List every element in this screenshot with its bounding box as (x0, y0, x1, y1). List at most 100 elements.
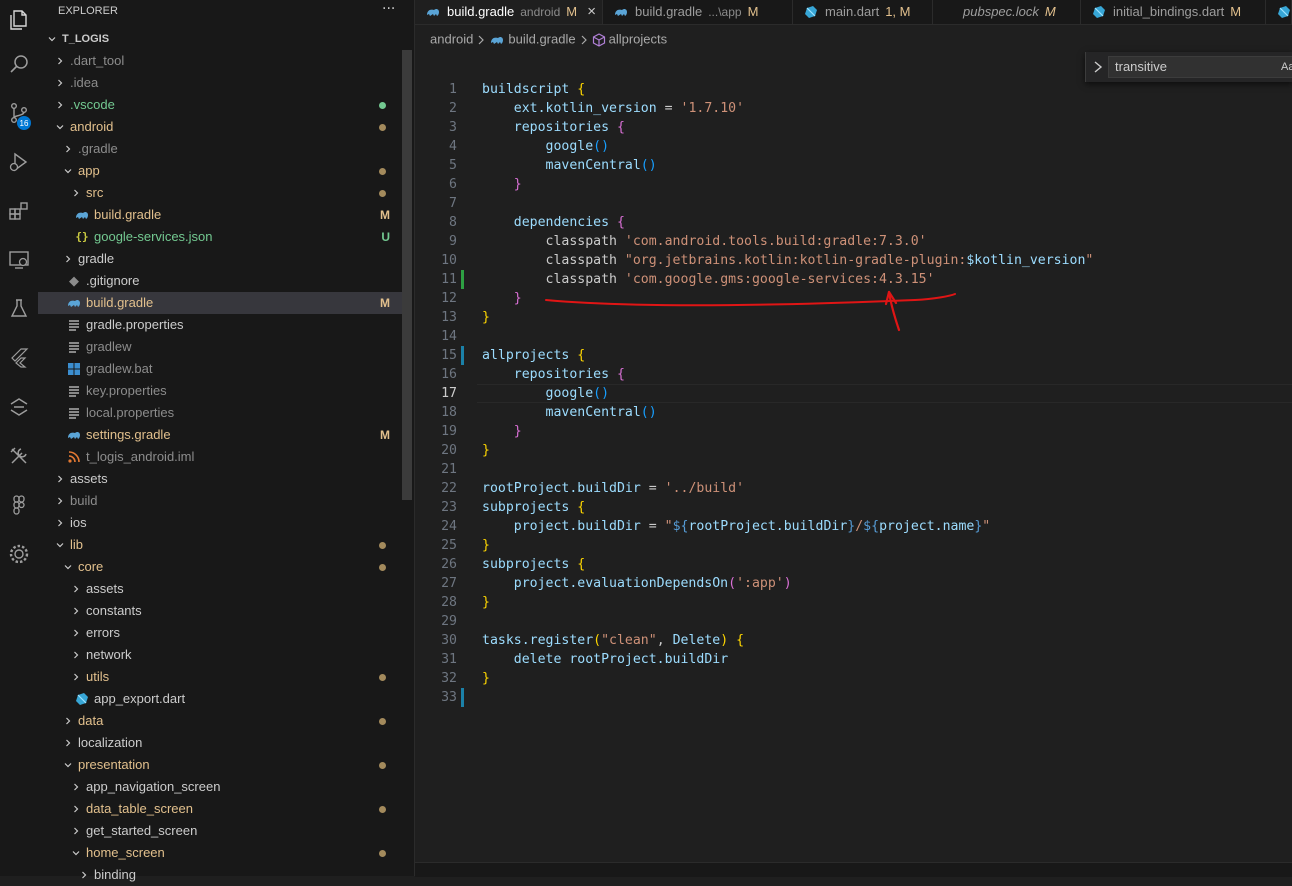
tree-folder[interactable]: core (38, 556, 402, 578)
code-line[interactable]: 17 google() (415, 384, 1292, 403)
code-line[interactable]: 15 allprojects { (415, 346, 1292, 365)
tree-folder[interactable]: data_table_screen (38, 798, 402, 820)
editor-tab[interactable]: build.gradle ...\app M (603, 0, 793, 24)
code-line[interactable]: 6 } (415, 175, 1292, 194)
tree-folder[interactable]: app (38, 160, 402, 182)
tree-folder[interactable]: network (38, 644, 402, 666)
sidebar-scrollbar[interactable] (402, 50, 412, 500)
tree-folder[interactable]: constants (38, 600, 402, 622)
code-line[interactable]: 22 rootProject.buildDir = '../build' (415, 479, 1292, 498)
code-line[interactable]: 1 buildscript { (415, 80, 1292, 99)
match-case-toggle[interactable]: Aa (1281, 57, 1292, 77)
code-line[interactable]: 25} (415, 536, 1292, 555)
tree-folder[interactable]: android (38, 116, 402, 138)
tree-folder[interactable]: build (38, 490, 402, 512)
tree-file[interactable]: key.properties (38, 380, 402, 402)
tree-file[interactable]: gradlew (38, 336, 402, 358)
code-line[interactable]: 10 classpath "org.jetbrains.kotlin:kotli… (415, 251, 1292, 270)
tree-folder[interactable]: src (38, 182, 402, 204)
code-line[interactable]: 27 project.evaluationDependsOn(':app') (415, 574, 1292, 593)
tree-folder[interactable]: presentation (38, 754, 402, 776)
code-line[interactable]: 3 repositories { (415, 118, 1292, 137)
code-line[interactable]: 12 } (415, 289, 1292, 308)
tree-file[interactable]: {} google-services.json U (38, 226, 402, 248)
code-line[interactable]: 18 mavenCentral() (415, 403, 1292, 422)
editor-tab[interactable]: pubspec.lock M (933, 0, 1081, 24)
tree-folder[interactable]: ios (38, 512, 402, 534)
code-line[interactable]: 23 subprojects { (415, 498, 1292, 517)
code-line[interactable]: 11 classpath 'com.google.gms:google-serv… (415, 270, 1292, 289)
code-line[interactable]: 7 (415, 194, 1292, 213)
code-line[interactable]: 14 (415, 327, 1292, 346)
code-line[interactable]: 2 ext.kotlin_version = '1.7.10' (415, 99, 1292, 118)
search-button[interactable] (0, 44, 38, 84)
code-line[interactable]: 4 google() (415, 137, 1292, 156)
code-line[interactable]: 19 } (415, 422, 1292, 441)
tree-folder[interactable]: errors (38, 622, 402, 644)
find-input[interactable]: transitive Aa (1108, 56, 1292, 78)
tree-folder[interactable]: utils (38, 666, 402, 688)
code-line[interactable]: 8 dependencies { (415, 213, 1292, 232)
editor-tab[interactable]: main.dart 1, M (793, 0, 933, 24)
editor-tab[interactable]: initial_bindings.dart M (1081, 0, 1266, 24)
code-line[interactable]: 16 repositories { (415, 365, 1292, 384)
testing-button[interactable] (0, 289, 38, 329)
tree-folder[interactable]: T_LOGIS (38, 28, 402, 50)
source-control-button[interactable]: 16 (0, 93, 38, 133)
editor-tab[interactable]: build.gradle android M × (415, 0, 603, 24)
tree-file[interactable]: app_export.dart (38, 688, 402, 710)
tree-folder[interactable]: app_navigation_screen (38, 776, 402, 798)
tree-folder[interactable]: assets (38, 578, 402, 600)
flutter-button[interactable] (0, 338, 38, 378)
tree-folder[interactable]: data (38, 710, 402, 732)
code-line[interactable]: 21 (415, 460, 1292, 479)
close-icon[interactable]: × (587, 0, 596, 24)
tree-file[interactable]: local.properties (38, 402, 402, 424)
tree-folder[interactable]: localization (38, 732, 402, 754)
tree-folder[interactable]: get_started_screen (38, 820, 402, 842)
code-line[interactable]: 30 tasks.register("clean", Delete) { (415, 631, 1292, 650)
figma-button[interactable] (0, 485, 38, 525)
code-line[interactable]: 13} (415, 308, 1292, 327)
code-line[interactable]: 28} (415, 593, 1292, 612)
code-line[interactable]: 9 classpath 'com.android.tools.build:gra… (415, 232, 1292, 251)
remote-explorer-button[interactable] (0, 240, 38, 280)
tree-folder[interactable]: .vscode (38, 94, 402, 116)
tree-folder[interactable]: .gradle (38, 138, 402, 160)
code-line[interactable]: 24 project.buildDir = "${rootProject.bui… (415, 517, 1292, 536)
tree-file[interactable]: ◆ .gitignore (38, 270, 402, 292)
tree-file[interactable]: build.gradle M (38, 292, 402, 314)
code-line[interactable]: 29 (415, 612, 1292, 631)
breadcrumb-item[interactable]: android (430, 32, 473, 47)
tree-folder[interactable]: assets (38, 468, 402, 490)
tree-folder[interactable]: lib (38, 534, 402, 556)
run-debug-button[interactable] (0, 142, 38, 182)
dart-devtools-button[interactable] (0, 387, 38, 427)
tree-file[interactable]: build.gradle M (38, 204, 402, 226)
code-line[interactable]: 26 subprojects { (415, 555, 1292, 574)
extensions-button[interactable] (0, 191, 38, 231)
code-line[interactable]: 20} (415, 441, 1292, 460)
more-actions-button[interactable]: ··· (382, 0, 395, 22)
tree-file[interactable]: t_logis_android.iml (38, 446, 402, 468)
tree-file[interactable]: settings.gradle M (38, 424, 402, 446)
code-line[interactable]: 5 mavenCentral() (415, 156, 1292, 175)
explorer-button[interactable] (0, 0, 38, 40)
tree-file[interactable]: gradle.properties (38, 314, 402, 336)
tree-folder[interactable]: .dart_tool (38, 50, 402, 72)
breadcrumb-item[interactable]: build.gradle (508, 32, 575, 47)
tree-folder[interactable]: .idea (38, 72, 402, 94)
tree-folder[interactable]: home_screen (38, 842, 402, 864)
tools-button[interactable] (0, 436, 38, 476)
settings-gear-button[interactable] (0, 534, 38, 574)
tree-folder[interactable]: binding (38, 864, 402, 886)
code-line[interactable]: 33 (415, 688, 1292, 707)
tree-folder[interactable]: gradle (38, 248, 402, 270)
tree-file[interactable]: gradlew.bat (38, 358, 402, 380)
editor-tab[interactable] (1266, 0, 1292, 24)
breadcrumb-item[interactable]: allprojects (609, 32, 668, 47)
code-view[interactable]: 1 buildscript {2 ext.kotlin_version = '1.… (415, 80, 1292, 707)
code-line[interactable]: 31 delete rootProject.buildDir (415, 650, 1292, 669)
toggle-replace-chevron-icon[interactable] (1092, 60, 1104, 74)
code-line[interactable]: 32} (415, 669, 1292, 688)
